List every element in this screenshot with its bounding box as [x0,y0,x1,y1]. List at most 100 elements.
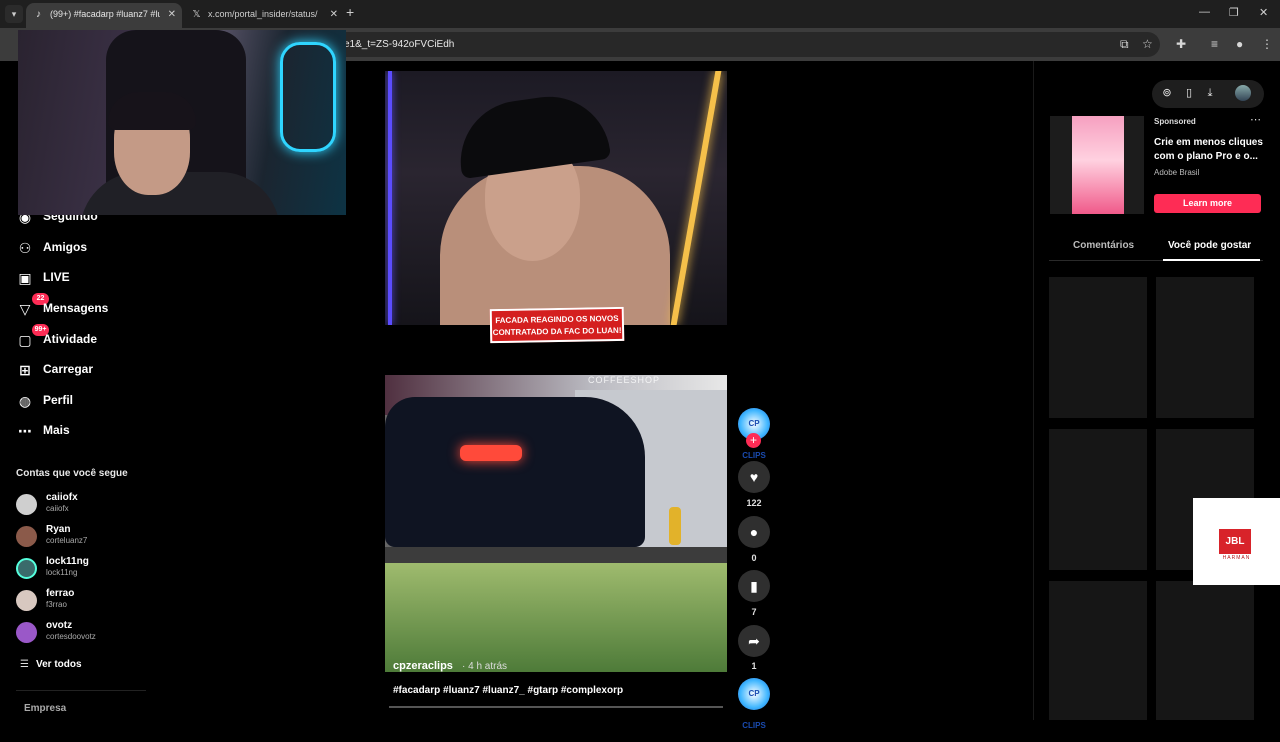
maximize-icon[interactable]: ❐ [1229,6,1239,19]
tab-x[interactable]: 𝕏 x.com/portal_insider/status/20 ✕ [184,3,344,28]
tab-tiktok[interactable]: ♪ (99+) #facadarp #luanz7 #luanz ✕ [26,3,182,28]
account-name: lock11ng [46,556,89,567]
nav-label: LIVE [43,270,70,284]
minimize-icon[interactable]: — [1199,6,1210,18]
nav-label: Perfil [43,393,74,407]
media-icon[interactable]: ≡ [1211,37,1218,51]
harman-label: HARMAN [1222,555,1251,561]
url-text[interactable]: e1&_t=ZS-942oFVCiEdh [344,39,454,50]
comment-icon: ● [749,524,759,540]
account-name: ovotz [46,620,73,631]
webcam-overlay [18,30,346,215]
recommended-video-tile[interactable] [1156,277,1254,418]
nav-divider [16,690,146,691]
messages-icon: ▽ [19,301,31,317]
profile-icon: ◍ [18,393,32,409]
account-handle: corteluanz7 [46,536,88,545]
video-hashtags[interactable]: #facadarp #luanz7 #luanz7_ #gtarp #compl… [393,685,623,696]
upload-icon: ⊞ [19,362,31,378]
jbl-logo: JBL [1219,529,1251,554]
profile-avatar-icon[interactable]: ● [1236,37,1243,51]
background-neon-light [388,71,392,325]
video-timestamp: · 4 h atrás [462,661,508,672]
save-count: 7 [751,607,757,617]
nav-label: Amigos [43,240,88,254]
account-name: Ryan [46,524,71,535]
nav-label: Carregar [43,362,94,376]
download-icon[interactable]: ⤓ [1203,86,1217,100]
share-button[interactable]: ➦ [738,625,770,657]
recommended-video-tile[interactable] [1049,277,1147,418]
ad-thumbnail[interactable] [1050,116,1144,214]
video-caption-overlay: FACADA REAGINDO OS NOVOS CONTRATADO DA F… [489,306,625,344]
avatar [16,558,37,579]
account-handle: f3rrao [46,600,67,609]
account-name: ferrao [46,588,75,599]
avatar [16,526,37,547]
account-name: caiiofx [46,492,78,503]
extensions-icon[interactable]: ✚ [1176,37,1186,51]
account-handle: caiiofx [46,504,69,513]
bookmark-icon: ▮ [750,578,758,594]
compass-icon[interactable]: ⊚ [1160,86,1174,100]
avatar [16,590,37,611]
comment-count: 0 [751,553,757,563]
ad-headline[interactable]: Crie em menos cliques com o plano Pro e … [1154,136,1266,164]
see-all-label: Ver todos [36,659,82,670]
bookmark-star-icon[interactable]: ☆ [1142,37,1153,51]
install-app-icon[interactable]: ⧉ [1120,37,1129,52]
right-panel-border [1033,61,1034,720]
list-icon: ☰ [20,659,29,670]
following-accounts-title: Contas que você segue [16,468,128,479]
next-creator-avatar[interactable]: CP CLIPS [738,678,770,730]
like-button[interactable]: ♥ [738,461,770,493]
nav-label: Mensagens [43,301,109,315]
tab-search-button[interactable]: ▾ [5,5,23,23]
video-progress-bar[interactable] [389,706,723,708]
recommended-video-tile[interactable] [1049,581,1147,720]
scene-grass [385,563,727,672]
friends-icon: ⚇ [18,240,32,256]
share-count: 1 [751,661,757,671]
nav-label: Mais [43,423,70,437]
close-tab-icon[interactable]: ✕ [168,3,176,26]
webcam-neon-sign [280,42,336,152]
ad-image [1072,116,1124,214]
x-icon: 𝕏 [192,9,201,20]
video-player-1[interactable] [385,71,727,325]
recommended-video-tile[interactable] [1156,581,1254,720]
ad-more-icon[interactable]: ⋯ [1250,113,1261,126]
close-tab-icon[interactable]: ✕ [330,3,338,26]
tab-title: (99+) #facadarp #luanz7 #luanz [50,9,160,19]
recommended-video-tile[interactable] [1049,429,1147,570]
account-handle: cortesdoovotz [46,632,96,641]
ad-brand: Adobe Brasil [1154,168,1200,177]
see-all-link[interactable]: ☰ Ver todos [20,659,82,670]
more-icon: ⋯ [18,423,32,439]
save-button[interactable]: ▮ [738,570,770,602]
ad-sponsored-label: Sponsored [1154,117,1196,126]
activity-icon: ▢ [18,332,32,348]
tab-comments[interactable]: Comentários [1073,240,1134,251]
follow-plus-icon[interactable]: + [746,433,761,448]
shop-sign-text: COFFEESHOP [588,375,661,385]
browser-tab-bar: ▾ ♪ (99+) #facadarp #luanz7 #luanz ✕ 𝕏 x… [0,0,1280,28]
learn-more-button[interactable]: Learn more [1154,194,1261,213]
background-neon-light [670,71,722,325]
new-tab-button[interactable]: + [346,4,354,20]
menu-kebab-icon[interactable]: ⋮ [1261,37,1273,51]
footer-section-empresa[interactable]: Empresa [24,703,66,714]
tab-you-may-like[interactable]: Você pode gostar [1168,240,1251,251]
heart-icon: ♥ [749,469,759,485]
comment-button[interactable]: ● [738,516,770,548]
phone-icon[interactable]: ▯ [1182,86,1196,100]
webcam-streamer-hair [108,92,196,130]
like-count: 122 [746,498,762,508]
active-tab-underline [1163,259,1260,261]
video-player-2[interactable] [385,375,727,672]
video-author[interactable]: cpzeraclips [393,660,453,672]
jbl-overlay-ad[interactable]: JBL HARMAN [1193,498,1280,585]
scene-car [385,397,645,547]
user-avatar[interactable] [1235,85,1251,101]
window-close-icon[interactable]: ✕ [1259,6,1268,19]
